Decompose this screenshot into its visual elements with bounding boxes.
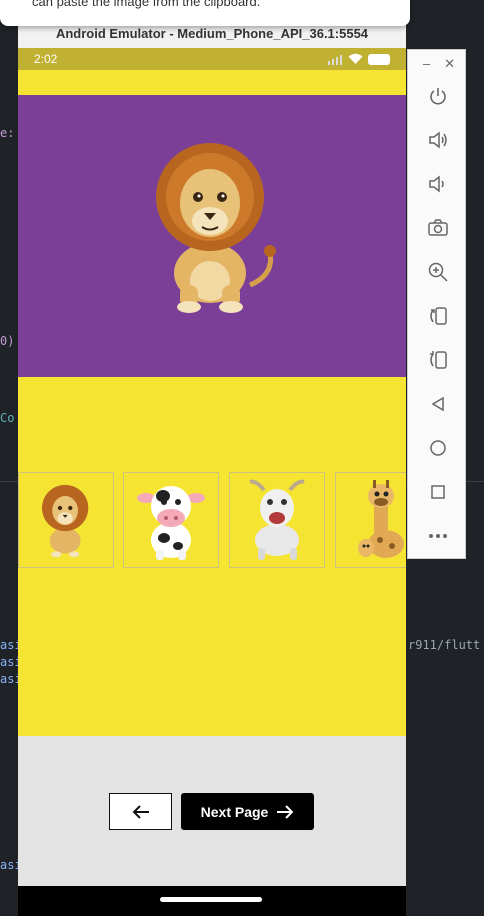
home-icon [429, 440, 446, 456]
back-icon [431, 396, 444, 412]
clipboard-toast: can paste the image from the clipboard. [0, 0, 410, 26]
minimize-icon[interactable]: – [423, 56, 430, 74]
overview-icon [430, 485, 445, 499]
back-button[interactable] [109, 793, 172, 830]
app-top-strip [18, 70, 406, 95]
next-page-label: Next Page [200, 803, 269, 820]
next-page-button[interactable]: Next Page [181, 793, 314, 830]
hero-panel[interactable] [18, 95, 406, 377]
rotate-right-icon [429, 351, 447, 369]
cow-thumb-image [137, 486, 205, 560]
code-fragment: e: [0, 126, 15, 140]
more-button[interactable] [408, 514, 467, 558]
close-icon[interactable]: ✕ [444, 56, 455, 74]
lion-thumb-image [42, 484, 89, 558]
rotate-left-button[interactable] [408, 294, 467, 338]
screenshot-button[interactable] [408, 206, 467, 250]
battery-icon [368, 53, 390, 65]
code-fragment: 0) [0, 334, 15, 348]
home-gesture-pill[interactable] [160, 897, 262, 902]
power-button[interactable] [408, 74, 467, 118]
status-time: 2:02 [34, 52, 58, 66]
thumbnail-cow[interactable] [123, 472, 219, 568]
rotate-left-icon [429, 307, 447, 325]
toast-text: can paste the image from the clipboard. [32, 0, 261, 9]
arrow-right-icon [277, 804, 294, 819]
volume-down-icon [428, 175, 444, 193]
arrow-left-icon [132, 804, 149, 819]
code-fragment: Co [0, 411, 15, 425]
overview-nav-button[interactable] [408, 470, 467, 514]
volume-up-button[interactable] [408, 118, 467, 162]
status-bar: 2:02 [18, 48, 406, 70]
rotate-right-button[interactable] [408, 338, 467, 382]
back-nav-button[interactable] [408, 382, 467, 426]
signal-icon [328, 54, 342, 65]
home-nav-button[interactable] [408, 426, 467, 470]
thumbnail-lion[interactable] [18, 472, 114, 568]
camera-icon [427, 219, 448, 236]
thumbnail-section [18, 377, 406, 736]
thumbnail-giraffe[interactable] [335, 472, 406, 568]
emulator-window: Android Emulator - Medium_Phone_API_36.1… [18, 18, 406, 916]
zoom-icon [428, 262, 448, 282]
wifi-icon [348, 53, 363, 64]
emulator-toolbar: – ✕ [407, 49, 466, 559]
giraffe-thumb-image [358, 480, 404, 558]
volume-down-button[interactable] [408, 162, 467, 206]
volume-up-icon [428, 131, 447, 149]
zoom-button[interactable] [408, 250, 467, 294]
more-icon [428, 534, 447, 538]
power-icon [429, 88, 446, 105]
code-fragment: r911/flutt [408, 638, 481, 652]
lion-image [156, 143, 276, 313]
thumbnail-goat[interactable] [229, 472, 325, 568]
goat-thumb-image [249, 479, 305, 560]
